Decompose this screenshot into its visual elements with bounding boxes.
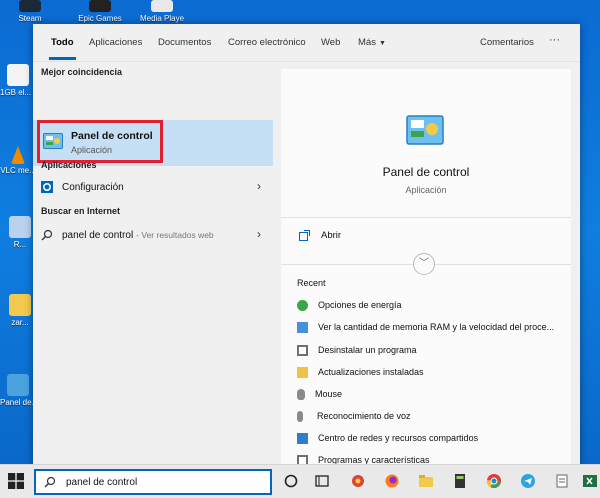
detail-title: Panel de control — [382, 165, 470, 179]
taskbar-search-input[interactable]: panel de control — [66, 477, 137, 488]
web-header: Buscar en Internet — [41, 206, 121, 216]
detail-pane: Panel de control Aplicación Abrir ﹀ Rece… — [281, 69, 571, 466]
epic-games-icon — [89, 0, 111, 12]
desktop-icon-recycle-bin[interactable]: R... — [6, 216, 34, 249]
recent-item-label: Mouse — [315, 389, 343, 399]
excel-icon[interactable] — [582, 473, 598, 489]
comments-button[interactable]: Comentarios — [480, 37, 534, 48]
tab-mas-label: Más — [358, 37, 376, 48]
uninstall-icon — [297, 344, 308, 356]
recent-item-label: Actualizaciones instaladas — [318, 367, 424, 377]
chevron-right-icon[interactable]: › — [257, 179, 261, 193]
desktop-icon-label: 1GB el... cloud... — [0, 88, 36, 97]
power-options-icon — [297, 299, 308, 311]
desktop-icon-label: Epic Games — [78, 14, 122, 23]
desktop-icon-epic-games[interactable]: Epic Games — [78, 0, 122, 23]
recent-item[interactable]: Centro de redes y recursos compartidos — [297, 428, 563, 448]
windows-start-icon[interactable] — [8, 473, 24, 489]
more-options-button[interactable]: ··· — [549, 34, 560, 46]
desktop-icon-label: VLC me... — [0, 166, 36, 175]
start-search-panel: Todo Aplicaciones Documentos Correo elec… — [33, 24, 580, 466]
tab-correo[interactable]: Correo electrónico — [228, 37, 306, 48]
chevron-right-icon[interactable]: › — [257, 227, 261, 241]
cortana-icon[interactable] — [283, 473, 299, 489]
recent-item-label: Desinstalar un programa — [318, 345, 417, 355]
desktop-icon-label: zar... — [11, 318, 29, 327]
best-match-header: Mejor coincidencia — [41, 67, 123, 77]
web-result[interactable]: panel de control - Ver resultados web › — [33, 223, 273, 247]
taskbar: panel de control — [0, 464, 600, 498]
open-action[interactable]: Abrir — [299, 230, 341, 241]
recent-header: Recent — [297, 278, 326, 288]
mouse-icon — [297, 388, 305, 400]
recent-item[interactable]: Mouse — [297, 384, 563, 404]
chevron-down-icon: ﹀ — [419, 258, 429, 269]
recent-item[interactable]: Actualizaciones instaladas — [297, 362, 563, 382]
desktop-icon-label: R... — [13, 240, 27, 249]
desktop-icon-cloud[interactable]: 1GB el... cloud... — [0, 64, 36, 97]
desktop-icon-control-panel[interactable]: Panel de... — [0, 374, 36, 407]
chevron-down-icon: ▼ — [378, 40, 386, 47]
desktop-icon-vlc[interactable]: VLC me... — [0, 146, 36, 175]
microphone-icon — [297, 410, 303, 422]
app-result-label: Configuración — [62, 181, 124, 193]
desktop-icon-label: Media Player — [140, 14, 184, 23]
taskbar-search-box[interactable]: panel de control — [34, 469, 272, 495]
search-icon — [41, 229, 53, 241]
firefox-icon[interactable] — [384, 473, 400, 489]
chrome-icon[interactable] — [486, 473, 502, 489]
search-tabs: Todo Aplicaciones Documentos Correo elec… — [33, 24, 580, 62]
tab-mas[interactable]: Más ▼ — [358, 37, 386, 48]
recent-item-label: Reconocimiento de voz — [317, 411, 411, 421]
media-player-icon — [151, 0, 173, 12]
control-panel-large-icon — [406, 115, 444, 145]
detail-subtitle: Aplicación — [405, 185, 447, 195]
desktop-icon-label: Steam — [18, 14, 42, 23]
desktop-icon-label: Panel de... — [0, 398, 36, 407]
tab-documentos[interactable]: Documentos — [158, 37, 211, 48]
network-icon — [297, 432, 308, 444]
desktop-icon-media-player[interactable]: Media Player — [140, 0, 184, 23]
system-info-icon — [297, 321, 308, 333]
app-result-configuracion[interactable]: Configuración › — [33, 175, 273, 199]
vlc-icon — [11, 146, 25, 164]
steam-icon — [19, 0, 41, 12]
tab-todo[interactable]: Todo — [49, 37, 75, 60]
desktop-icon-folder[interactable]: zar... — [6, 294, 34, 327]
expand-button[interactable]: ﹀ — [413, 253, 435, 275]
gear-icon — [41, 181, 53, 193]
recent-item-label: Ver la cantidad de memoria RAM y la velo… — [318, 322, 555, 332]
web-result-query: panel de control — [62, 229, 134, 241]
open-label: Abrir — [321, 230, 342, 241]
recent-item[interactable]: Ver la cantidad de memoria RAM y la velo… — [297, 317, 563, 337]
game-icon[interactable] — [350, 473, 366, 489]
web-result-hint: - Ver resultados web — [136, 230, 214, 240]
control-panel-icon — [7, 374, 29, 396]
recent-item[interactable]: Opciones de energía — [297, 295, 563, 315]
telegram-icon[interactable] — [520, 473, 536, 489]
recent-item[interactable]: Reconocimiento de voz — [297, 406, 563, 426]
tab-aplicaciones[interactable]: Aplicaciones — [89, 37, 142, 48]
folder-icon — [297, 366, 308, 378]
desktop-icon-steam[interactable]: Steam — [8, 0, 52, 23]
results-list: Mejor coincidencia Panel de control Apli… — [33, 62, 278, 466]
tab-web[interactable]: Web — [321, 37, 340, 48]
recent-item[interactable]: Desinstalar un programa — [297, 340, 563, 360]
calculator-icon[interactable] — [452, 473, 468, 489]
divider — [281, 217, 571, 218]
open-icon — [299, 230, 310, 241]
apps-header: Aplicaciones — [41, 160, 97, 170]
search-icon — [44, 476, 56, 488]
recycle-bin-icon — [9, 216, 31, 238]
notepad-icon[interactable] — [554, 473, 570, 489]
task-view-icon[interactable] — [314, 473, 330, 489]
folder-icon — [9, 294, 31, 316]
recent-item-label: Opciones de energía — [318, 300, 402, 310]
recent-item-label: Centro de redes y recursos compartidos — [318, 433, 479, 443]
file-explorer-icon[interactable] — [418, 473, 434, 489]
selection-highlight — [37, 120, 163, 163]
cloud-file-icon — [7, 64, 29, 86]
